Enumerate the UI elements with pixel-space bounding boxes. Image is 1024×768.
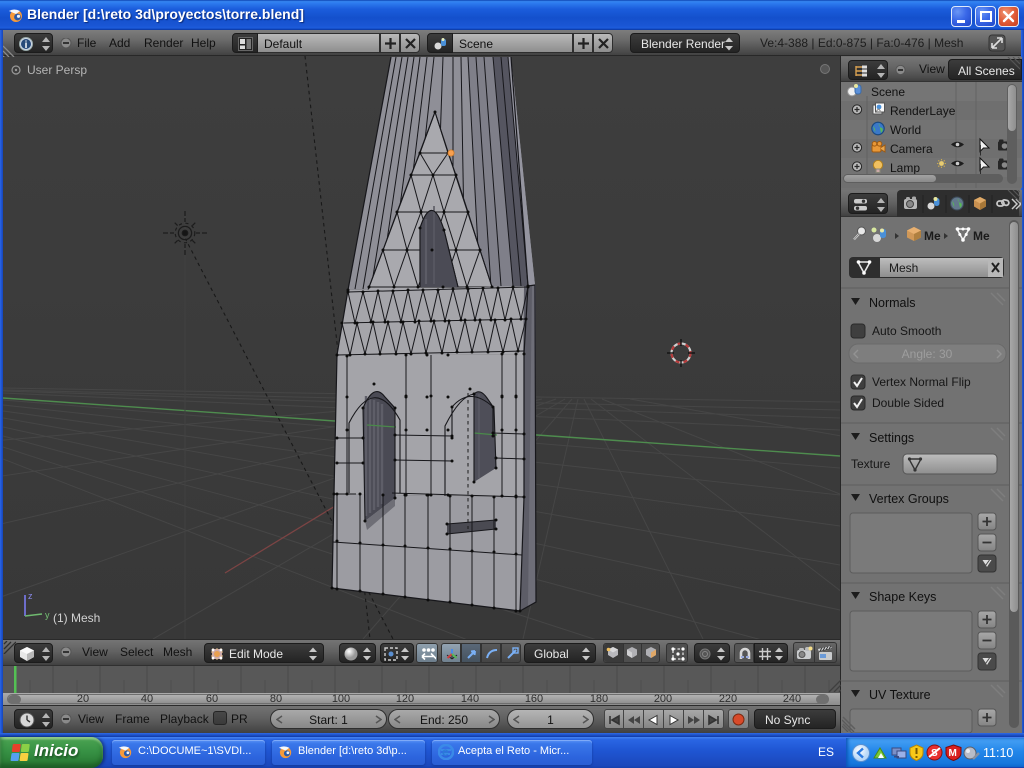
svg-text:Vertex Groups: Vertex Groups bbox=[869, 492, 949, 506]
svg-text:Auto Smooth: Auto Smooth bbox=[872, 324, 941, 338]
svg-text:Vertex Normal Flip: Vertex Normal Flip bbox=[872, 375, 971, 389]
svg-text:|: | bbox=[979, 144, 982, 156]
svg-text:User Persp: User Persp bbox=[27, 63, 87, 77]
svg-text:y: y bbox=[45, 610, 50, 620]
svg-text:e: e bbox=[442, 745, 449, 759]
svg-text:Texture: Texture bbox=[851, 457, 891, 471]
svg-text:(1) Mesh: (1) Mesh bbox=[53, 611, 100, 625]
svg-text:Mesh: Mesh bbox=[889, 261, 918, 275]
svg-text:Me: Me bbox=[924, 229, 941, 243]
svg-text:Settings: Settings bbox=[869, 431, 914, 445]
svg-text:Camera: Camera bbox=[890, 142, 933, 156]
svg-text:i: i bbox=[25, 40, 28, 51]
svg-text:S: S bbox=[931, 748, 938, 759]
svg-text:Double Sided: Double Sided bbox=[872, 396, 944, 410]
svg-text:Normals: Normals bbox=[869, 296, 916, 310]
svg-text:Scene: Scene bbox=[871, 85, 905, 99]
svg-text:Me: Me bbox=[973, 229, 990, 243]
svg-text:M: M bbox=[949, 748, 957, 759]
svg-text:RenderLaye: RenderLaye bbox=[890, 104, 956, 118]
svg-text:World: World bbox=[890, 123, 921, 137]
svg-text:z: z bbox=[28, 591, 33, 601]
svg-text:Shape Keys: Shape Keys bbox=[869, 590, 936, 604]
svg-text:Lamp: Lamp bbox=[890, 161, 920, 175]
svg-text:UV Texture: UV Texture bbox=[869, 688, 931, 702]
svg-text:Angle: 30: Angle: 30 bbox=[902, 347, 953, 361]
